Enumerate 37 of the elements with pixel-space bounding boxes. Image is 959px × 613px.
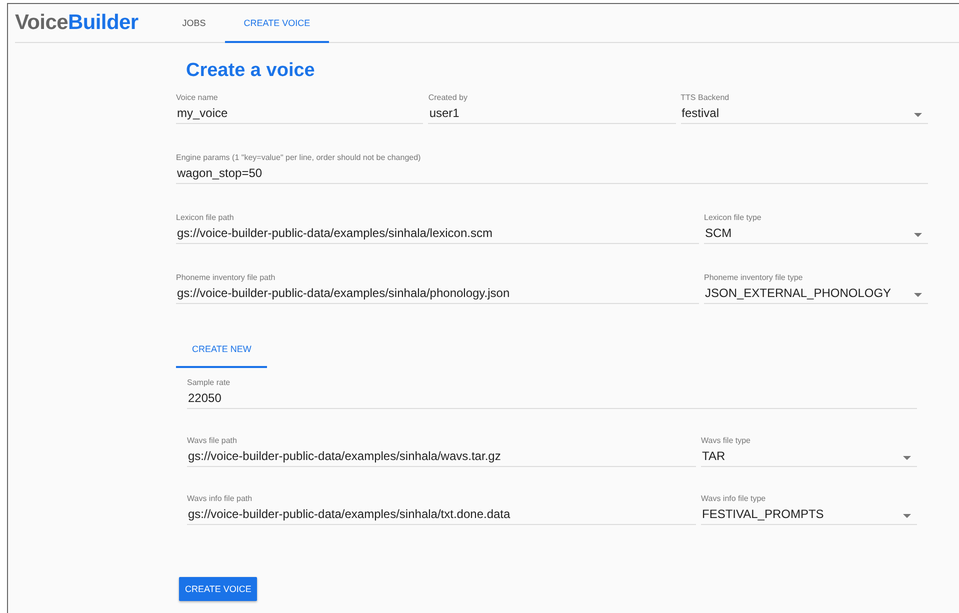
field-label: Wavs info file path — [187, 494, 254, 503]
field-label: Lexicon file path — [176, 213, 235, 222]
dropdown-arrow-icon — [914, 233, 922, 237]
field-label: Voice name — [176, 93, 219, 102]
nav-tab[interactable]: CREATE VOICE — [224, 4, 330, 43]
input-field[interactable]: gs://voice-builder-public-data/examples/sinhala/lexicon.scm — [176, 226, 699, 244]
nav-tab[interactable]: JOBS — [163, 4, 225, 43]
dropdown-arrow-icon — [903, 456, 911, 460]
input-field[interactable]: my_voice — [176, 106, 424, 124]
dropdown-arrow-icon — [914, 293, 922, 297]
field-label: Sample rate — [187, 378, 232, 387]
dropdown[interactable]: TAR — [701, 449, 917, 467]
field-label: Phoneme inventory file path — [176, 273, 276, 282]
section-tab[interactable]: CREATE NEW — [176, 331, 268, 368]
input-field[interactable]: user1 — [428, 106, 676, 124]
dropdown[interactable]: festival — [680, 106, 928, 124]
input-field[interactable]: gs://voice-builder-public-data/examples/sinhala/wavs.tar.gz — [187, 449, 696, 467]
input-field[interactable]: 22050 — [187, 391, 917, 409]
field-label: Wavs file type — [701, 436, 752, 445]
field-label: Created by — [428, 93, 468, 102]
app-logo: VoiceBuilder — [15, 11, 138, 35]
field-label: Lexicon file type — [704, 213, 762, 222]
dropdown-arrow-icon — [914, 113, 922, 117]
field-label: TTS Backend — [680, 93, 730, 102]
page-title: Create a voice — [186, 60, 316, 82]
input-field[interactable]: gs://voice-builder-public-data/examples/sinhala/txt.done.data — [187, 507, 696, 525]
dropdown[interactable]: SCM — [704, 226, 928, 244]
field-label: Phoneme inventory file type — [704, 273, 804, 282]
dropdown-arrow-icon — [903, 514, 911, 518]
input-field[interactable]: wagon_stop=50 — [176, 166, 928, 184]
input-field[interactable]: gs://voice-builder-public-data/examples/sinhala/phonology.json — [176, 286, 699, 304]
field-label: Engine params (1 "key=value" per line, order should not be changed) — [176, 153, 422, 162]
dropdown[interactable]: JSON_EXTERNAL_PHONOLOGY — [704, 286, 928, 304]
dropdown[interactable]: FESTIVAL_PROMPTS — [701, 507, 917, 525]
field-label: Wavs file path — [187, 436, 238, 445]
create-voice-button[interactable]: CREATE VOICE — [179, 577, 258, 601]
field-label: Wavs info file type — [701, 494, 767, 503]
